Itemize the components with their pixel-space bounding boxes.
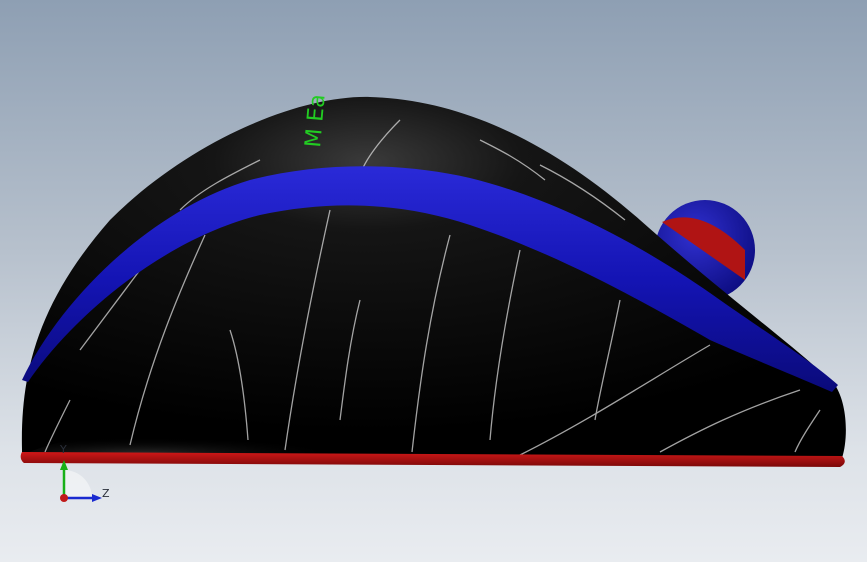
- triad-plane: [64, 470, 92, 498]
- z-axis-label: Z: [102, 487, 110, 500]
- y-axis-label: Y: [60, 443, 67, 456]
- model-scene[interactable]: M Ea: [0, 0, 867, 562]
- logo-text: M Ea: [301, 93, 331, 148]
- z-axis-arrowhead: [92, 494, 102, 502]
- x-axis-dot: [60, 494, 68, 502]
- graphics-viewport[interactable]: M Ea Y Z: [0, 0, 867, 562]
- orientation-triad: Y Z: [50, 440, 120, 510]
- y-axis-arrowhead: [60, 460, 68, 470]
